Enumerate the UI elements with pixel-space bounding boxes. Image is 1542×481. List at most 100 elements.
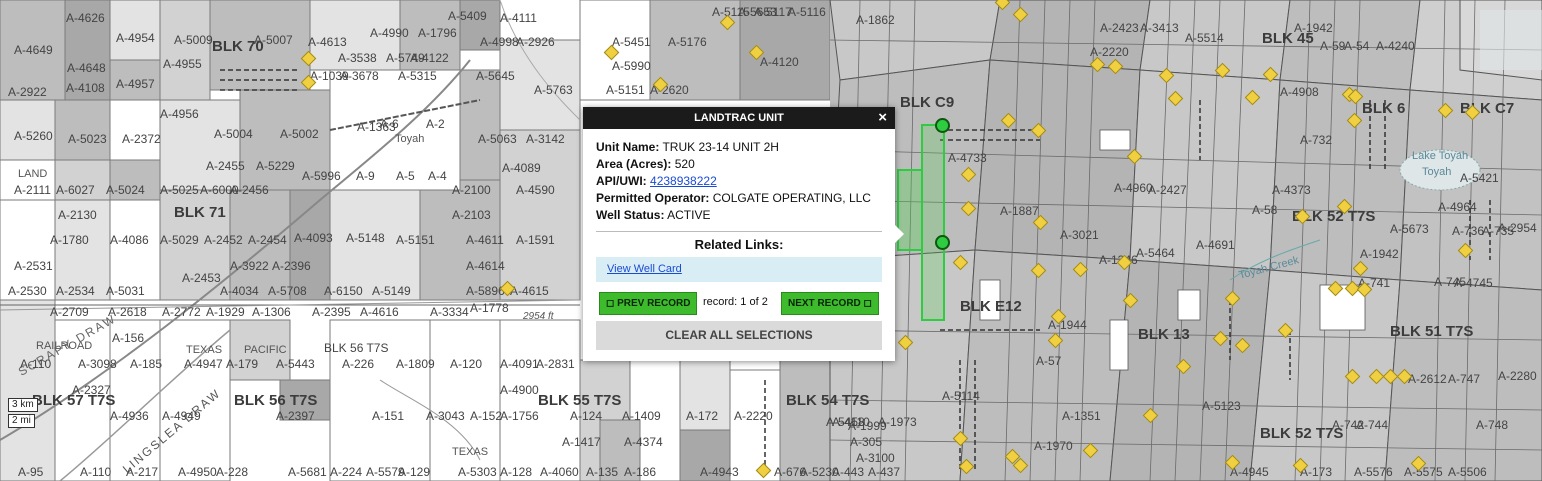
unit-info-popup: LANDTRAC UNIT × Unit Name: TRUK 23-14 UN… — [583, 107, 904, 361]
abstract-label: A-5004 — [214, 127, 253, 141]
place-label: TEXAS — [186, 344, 223, 356]
abstract-label: A-5116 — [788, 5, 826, 19]
abstract-label: A-4626 — [66, 11, 105, 25]
abstract-label: A-4240 — [1376, 39, 1415, 53]
abstract-label: A-2396 — [272, 259, 311, 273]
abstract-label: A-5009 — [174, 33, 213, 47]
abstract-label: A-4111 — [500, 11, 537, 25]
popup-pointer — [895, 225, 904, 243]
abstract-label: A-4108 — [66, 81, 105, 95]
next-record-button[interactable]: NEXT RECORD ◻ — [781, 292, 879, 315]
abstract-label: A-4089 — [502, 161, 541, 175]
place-label: Toyah — [1422, 166, 1452, 178]
abstract-label: A-2612 — [1408, 372, 1447, 386]
selection-vertex[interactable] — [935, 118, 950, 133]
abstract-label: A-217 — [126, 465, 159, 479]
selection-vertex[interactable] — [935, 235, 950, 250]
abstract-label: A-58 — [1252, 203, 1278, 217]
abstract-label: A-2111 — [14, 183, 51, 197]
block-label: BLK C9 — [900, 94, 955, 111]
popup-body: Unit Name: TRUK 23-14 UNIT 2H Area (Acre… — [583, 129, 895, 350]
abstract-label: A-3334 — [430, 305, 469, 319]
abstract-label: A-2709 — [50, 305, 89, 319]
abstract-label: A-4691 — [1196, 238, 1235, 252]
divider — [596, 231, 882, 232]
field-operator: Permitted Operator: COLGATE OPERATING, L… — [596, 190, 882, 207]
abstract-label: A-4956 — [160, 107, 199, 121]
abstract-label: A-2327 — [72, 383, 111, 397]
abstract-label: A-2772 — [162, 305, 201, 319]
abstract-label: A-3413 — [1140, 21, 1179, 35]
field-label: Permitted Operator: — [596, 191, 710, 205]
abstract-label: A-95 — [18, 465, 44, 479]
record-navigation: ◻ PREV RECORD record: 1 of 2 NEXT RECORD… — [596, 292, 882, 315]
abstract-label: A-3021 — [1060, 228, 1099, 242]
close-icon[interactable]: × — [878, 107, 887, 128]
abstract-label: A-110 — [20, 357, 52, 371]
abstract-label: A-5575 — [1404, 465, 1443, 479]
block-label: BLK 56 T7S — [324, 341, 389, 355]
place-label: Toyah — [395, 133, 425, 145]
abstract-label: A-4093 — [294, 231, 333, 245]
scale-bar-mi: 2 mi — [8, 414, 35, 428]
abstract-label: A-5896 — [466, 284, 505, 298]
place-label: TEXAS — [452, 446, 489, 458]
abstract-label: A-5149 — [372, 284, 411, 298]
abstract-label: A-4091 — [500, 357, 539, 371]
abstract-label: A-4374 — [624, 435, 663, 449]
abstract-label: A-5024 — [106, 183, 145, 197]
place-label: Lake Toyah — [1412, 150, 1469, 162]
abstract-label: A-736 — [1452, 224, 1485, 238]
abstract-label: A-4060 — [540, 465, 579, 479]
abstract-label: A-2103 — [452, 208, 491, 222]
field-label: Unit Name: — [596, 140, 660, 154]
field-value: TRUK 23-14 UNIT 2H — [662, 140, 779, 154]
abstract-label: A-4954 — [116, 31, 155, 45]
abstract-label: A-1944 — [1048, 318, 1087, 332]
abstract-label: A-128 — [500, 465, 533, 479]
block-label: BLK 6 — [1362, 100, 1406, 117]
abstract-label: A-4614 — [466, 259, 505, 273]
abstract-label: A-4590 — [516, 183, 555, 197]
abstract-label: A-4949 — [162, 409, 201, 423]
abstract-label: A-748 — [1476, 418, 1509, 432]
abstract-label: A-4649 — [14, 43, 53, 57]
abstract-label: A-2130 — [58, 208, 97, 222]
abstract-label: A-2453 — [182, 271, 221, 285]
field-area: Area (Acres): 520 — [596, 156, 882, 173]
abstract-label: A-5514 — [1185, 31, 1224, 45]
abstract-label: A-2534 — [56, 284, 95, 298]
abstract-label: A-5464 — [1136, 246, 1175, 260]
block-label: BLK 56 T7S — [234, 392, 318, 409]
abstract-label: A-4611 — [466, 233, 504, 247]
abstract-label: A-2954 — [1498, 221, 1537, 235]
abstract-label: A-4950 — [178, 465, 217, 479]
block-label: BLK E12 — [960, 298, 1022, 315]
abstract-label: A-1942 — [1294, 21, 1333, 35]
api-link[interactable]: 4238938222 — [650, 174, 717, 188]
prev-record-button[interactable]: ◻ PREV RECORD — [599, 292, 698, 315]
abstract-label: A-5763 — [534, 83, 573, 97]
abstract-label: A-1942 — [1360, 247, 1399, 261]
abstract-label: A-5996 — [302, 169, 341, 183]
abstract-label: A-5151 — [606, 83, 645, 97]
abstract-label: A-5229 — [256, 159, 295, 173]
block-label: BLK 55 T7S — [538, 392, 622, 409]
abstract-label: A-3538 — [338, 51, 377, 65]
abstract-label: A-5 — [396, 169, 415, 183]
popup-title: LANDTRAC UNIT — [694, 112, 784, 124]
abstract-label: A-4086 — [110, 233, 149, 247]
view-well-card-link[interactable]: View Well Card — [607, 263, 682, 275]
abstract-label: A-4947 — [184, 357, 223, 371]
abstract-label: A-5421 — [1460, 171, 1499, 185]
abstract-label: A-5002 — [280, 127, 319, 141]
abstract-label: A-3100 — [856, 451, 895, 465]
abstract-label: A-2423 — [1100, 21, 1139, 35]
abstract-label: A-2397 — [276, 409, 315, 423]
abstract-label: A-1591 — [516, 233, 555, 247]
abstract-label: A-185 — [130, 357, 163, 371]
abstract-label: A-2530 — [8, 284, 47, 298]
abstract-label: A-745 — [1434, 275, 1467, 289]
clear-selections-button[interactable]: CLEAR ALL SELECTIONS — [596, 321, 882, 350]
related-links-heading: Related Links: — [694, 237, 784, 252]
